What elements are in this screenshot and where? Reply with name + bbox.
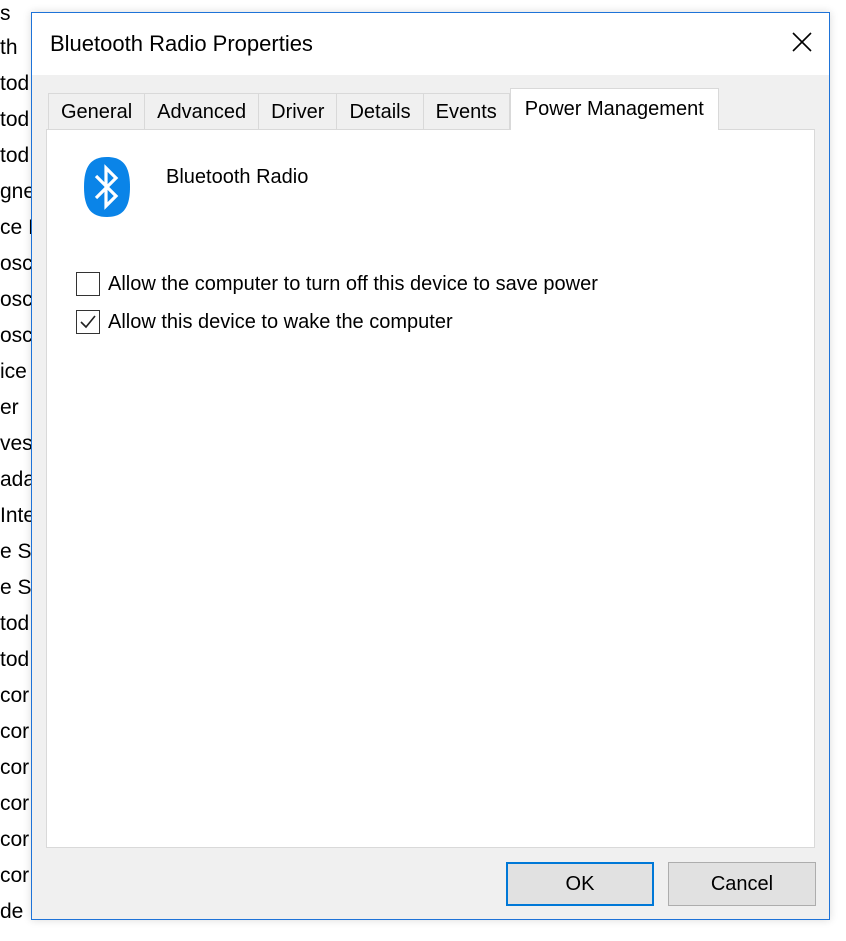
background-list-item: tod — [0, 612, 30, 635]
close-button[interactable] — [787, 27, 817, 57]
tab-strip: General Advanced Driver Details Events P… — [48, 88, 719, 130]
background-list-item: ves — [0, 432, 33, 455]
background-list-item: er — [0, 396, 19, 419]
background-list-item: osc — [0, 324, 33, 347]
allow-turn-off-checkbox[interactable] — [76, 272, 100, 296]
ok-button[interactable]: OK — [506, 862, 654, 906]
background-list-item: gne — [0, 180, 36, 203]
background-list-item: tod — [0, 72, 30, 95]
tab-driver[interactable]: Driver — [258, 93, 338, 129]
allow-turn-off-label[interactable]: Allow the computer to turn off this devi… — [108, 273, 598, 296]
background-list-item: cor — [0, 864, 30, 887]
background-list-item: e S — [0, 576, 32, 599]
power-management-panel: Bluetooth Radio Allow the computer to tu… — [46, 129, 815, 848]
background-list-item: ice — [0, 360, 27, 383]
background-list-item: tod — [0, 648, 30, 671]
allow-wake-checkbox[interactable] — [76, 310, 100, 334]
background-list-item: Inte — [0, 504, 36, 527]
tab-details[interactable]: Details — [336, 93, 424, 129]
device-name: Bluetooth Radio — [166, 166, 309, 188]
tab-general[interactable]: General — [48, 93, 146, 129]
background-list-item: cor — [0, 756, 30, 779]
title-bar[interactable]: Bluetooth Radio Properties — [32, 13, 829, 75]
tab-advanced[interactable]: Advanced — [144, 93, 260, 129]
background-list-item: cor — [0, 684, 30, 707]
background-list-item: cor — [0, 828, 30, 851]
allow-turn-off-option[interactable]: Allow the computer to turn off this devi… — [76, 272, 598, 296]
cancel-button[interactable]: Cancel — [668, 862, 816, 906]
background-list-item: ce I — [0, 216, 34, 239]
background-list-item: e S — [0, 540, 32, 563]
background-list-item: ada — [0, 468, 36, 491]
bluetooth-icon — [83, 156, 131, 218]
background-list-item: tod — [0, 144, 30, 167]
properties-dialog: Bluetooth Radio Properties General Advan… — [31, 12, 830, 920]
dialog-title: Bluetooth Radio Properties — [50, 31, 313, 56]
background-list-item: de — [0, 900, 24, 923]
tab-events[interactable]: Events — [422, 93, 510, 129]
checkmark-icon — [80, 315, 96, 329]
background-list-item: s — [0, 2, 11, 25]
allow-wake-option[interactable]: Allow this device to wake the computer — [76, 310, 453, 334]
close-icon — [792, 32, 812, 52]
background-list-item: osc — [0, 252, 33, 275]
background-list-item: th — [0, 36, 18, 59]
allow-wake-label[interactable]: Allow this device to wake the computer — [108, 311, 453, 334]
background-list-item: cor — [0, 792, 30, 815]
background-list-item: osc — [0, 288, 33, 311]
background-list-item: tod — [0, 108, 30, 131]
tab-power-management[interactable]: Power Management — [509, 88, 719, 130]
background-list-item: cor — [0, 720, 30, 743]
